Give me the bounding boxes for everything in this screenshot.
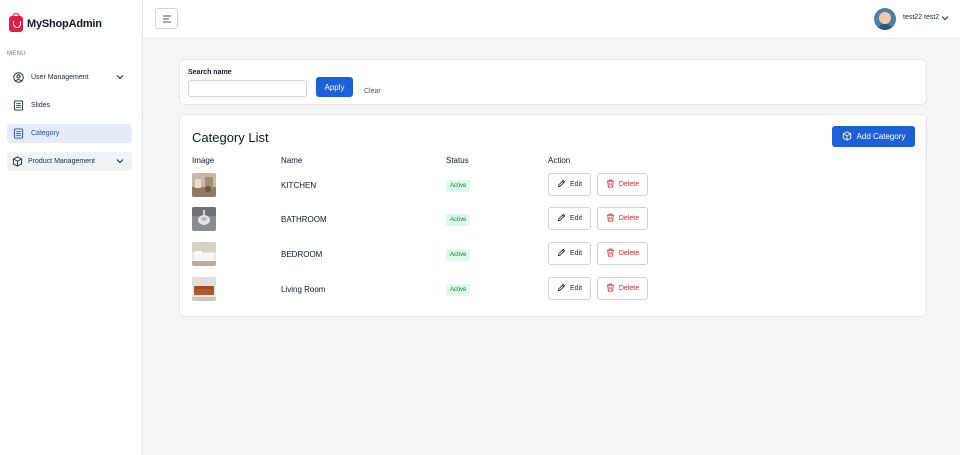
delete-button[interactable]: Delete	[597, 207, 648, 230]
search-name-label: Search name	[188, 69, 232, 76]
delete-button[interactable]: Delete	[597, 277, 648, 300]
trash-icon	[606, 283, 615, 294]
delete-label: Delete	[618, 250, 640, 257]
category-thumbnail	[192, 242, 216, 266]
category-thumbnail	[192, 207, 216, 231]
edit-label: Edit	[569, 215, 583, 222]
pencil-icon	[557, 248, 566, 259]
sidebar-item-label: Product Management	[28, 158, 95, 165]
add-category-label: Add Category	[856, 132, 906, 141]
trash-icon	[606, 213, 615, 224]
search-name-input[interactable]	[188, 80, 307, 97]
brand-logo[interactable]: MyShopAdmin	[9, 13, 102, 32]
box-icon	[12, 156, 23, 167]
column-header-action: Action	[548, 156, 571, 165]
top-header: test22 test2	[143, 0, 960, 39]
table-row: Living Room Active Edit Delete	[180, 277, 928, 311]
chevron-down-icon	[116, 157, 124, 165]
column-header-status: Status	[446, 156, 469, 165]
chevron-down-icon	[116, 73, 124, 81]
table-row: BEDROOM Active Edit Delete	[180, 242, 928, 276]
trash-icon	[606, 179, 615, 190]
clear-button[interactable]: Clear	[364, 88, 381, 95]
table-row: BATHROOM Active Edit Delete	[180, 207, 928, 241]
category-thumbnail	[192, 277, 216, 301]
status-badge: Active	[446, 180, 471, 192]
delete-button[interactable]: Delete	[597, 242, 648, 265]
category-list-card: Category List Add Category Image Name St…	[179, 114, 927, 317]
user-name[interactable]: test22 test2	[903, 14, 939, 21]
avatar-icon[interactable]	[874, 8, 896, 30]
column-header-image: Image	[192, 156, 215, 165]
page-title: Category List	[192, 130, 269, 145]
status-badge: Active	[446, 249, 471, 261]
document-list-icon	[13, 100, 24, 111]
edit-button[interactable]: Edit	[548, 207, 591, 230]
sidebar: MyShopAdmin MENU User Management Slides …	[0, 0, 143, 455]
hamburger-icon	[162, 10, 172, 28]
box-icon	[842, 130, 852, 143]
category-name: KITCHEN	[281, 181, 317, 190]
add-category-button[interactable]: Add Category	[832, 126, 915, 147]
edit-label: Edit	[569, 285, 583, 292]
pencil-icon	[557, 213, 566, 224]
document-list-icon	[13, 128, 24, 139]
chevron-down-icon[interactable]	[941, 14, 949, 22]
menu-section-label: MENU	[7, 51, 26, 57]
table-row: KITCHEN Active Edit Delete	[180, 173, 928, 207]
sidebar-item-user-management[interactable]: User Management	[7, 68, 132, 87]
category-name: Living Room	[281, 285, 326, 294]
sidebar-toggle-button[interactable]	[155, 8, 178, 29]
edit-button[interactable]: Edit	[548, 173, 591, 196]
pencil-icon	[557, 179, 566, 190]
sidebar-item-product-management[interactable]: Product Management	[7, 152, 132, 171]
sidebar-item-category[interactable]: Category	[7, 124, 132, 143]
brand-name: MyShopAdmin	[27, 18, 102, 30]
delete-label: Delete	[618, 215, 640, 222]
pencil-icon	[557, 283, 566, 294]
edit-button[interactable]: Edit	[548, 277, 591, 300]
sidebar-item-label: Category	[31, 130, 60, 137]
sidebar-item-slides[interactable]: Slides	[7, 96, 132, 115]
status-badge: Active	[446, 284, 471, 296]
apply-button[interactable]: Apply	[316, 77, 353, 97]
category-thumbnail	[192, 173, 216, 197]
shopping-bag-icon	[9, 13, 23, 32]
user-circle-icon	[13, 72, 24, 83]
delete-button[interactable]: Delete	[597, 173, 648, 196]
sidebar-item-label: Slides	[31, 102, 51, 109]
search-filter-card: Search name Apply Clear	[179, 59, 927, 105]
category-name: BEDROOM	[281, 250, 323, 259]
delete-label: Delete	[618, 181, 640, 188]
edit-label: Edit	[569, 181, 583, 188]
edit-label: Edit	[569, 250, 583, 257]
trash-icon	[606, 248, 615, 259]
column-header-name: Name	[281, 156, 303, 165]
sidebar-item-label: User Management	[31, 74, 89, 81]
category-name: BATHROOM	[281, 215, 327, 224]
status-badge: Active	[446, 214, 471, 226]
edit-button[interactable]: Edit	[548, 242, 591, 265]
delete-label: Delete	[618, 285, 640, 292]
